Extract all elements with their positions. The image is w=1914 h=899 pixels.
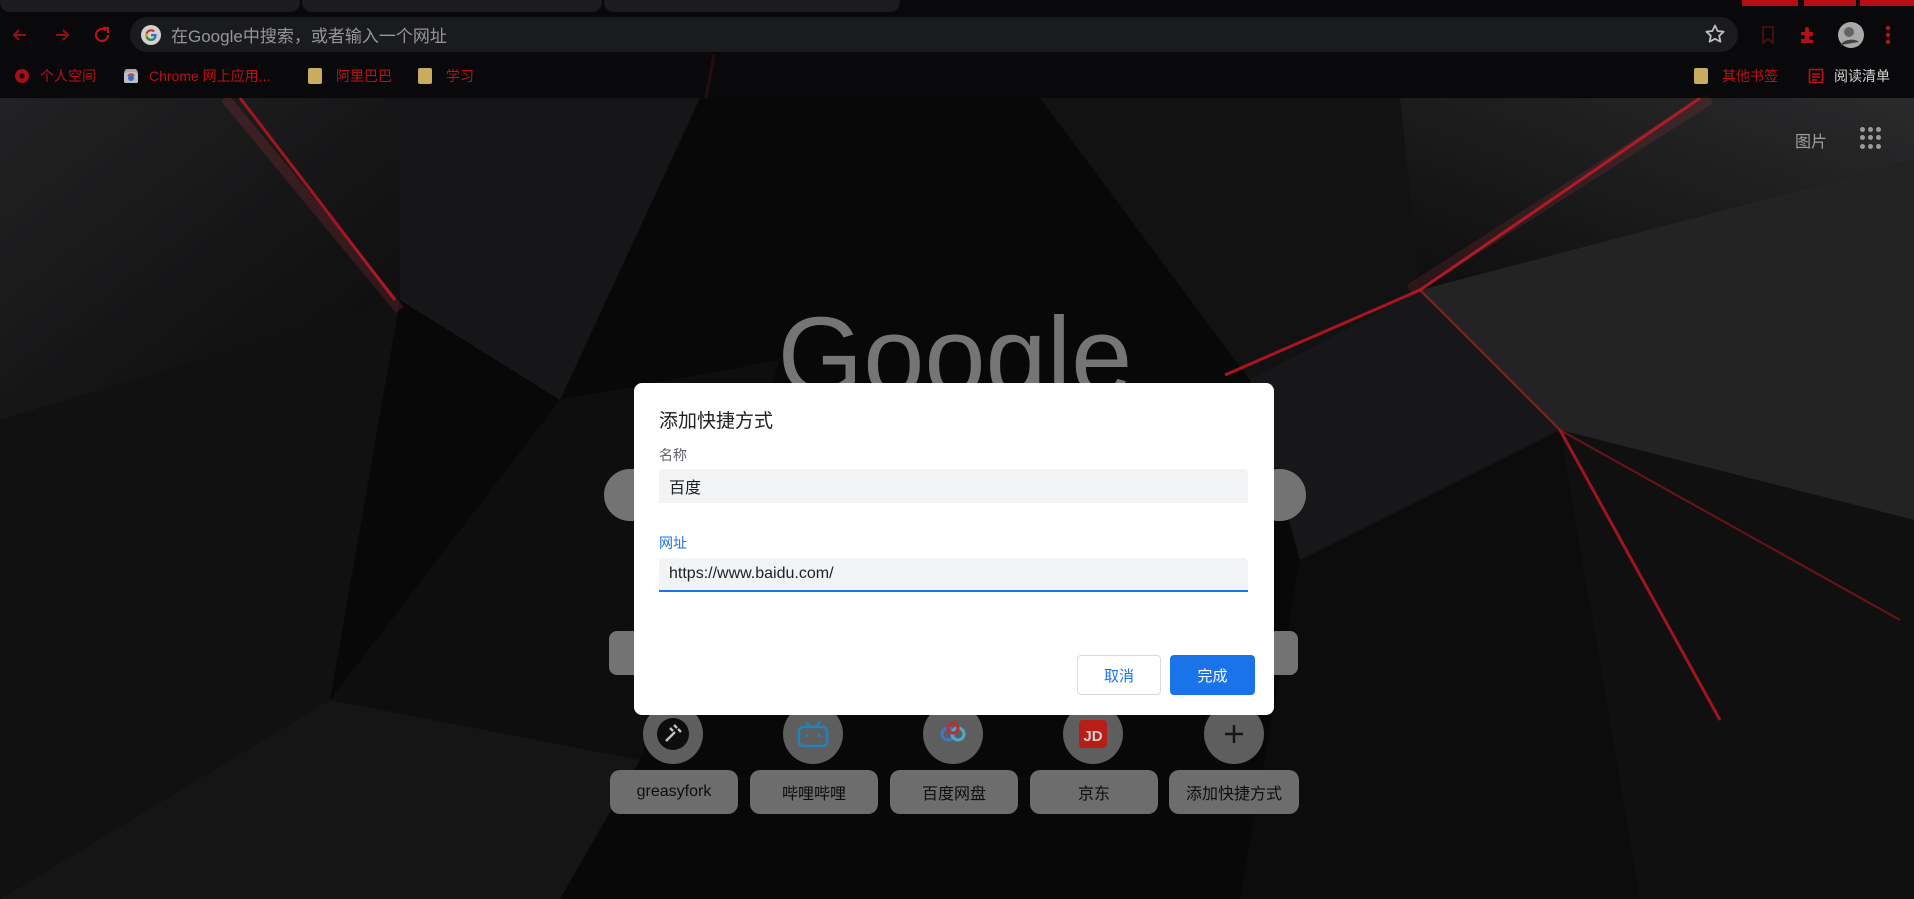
- name-field-label: 名称: [659, 447, 687, 463]
- url-field-label: 网址: [659, 535, 687, 551]
- name-field[interactable]: [659, 469, 1248, 503]
- cancel-button[interactable]: 取消: [1077, 655, 1161, 695]
- add-shortcut-dialog: 添加快捷方式 名称 网址 取消 完成: [634, 383, 1274, 715]
- dialog-title: 添加快捷方式: [659, 411, 774, 432]
- url-field[interactable]: [659, 558, 1248, 592]
- done-button[interactable]: 完成: [1170, 655, 1255, 695]
